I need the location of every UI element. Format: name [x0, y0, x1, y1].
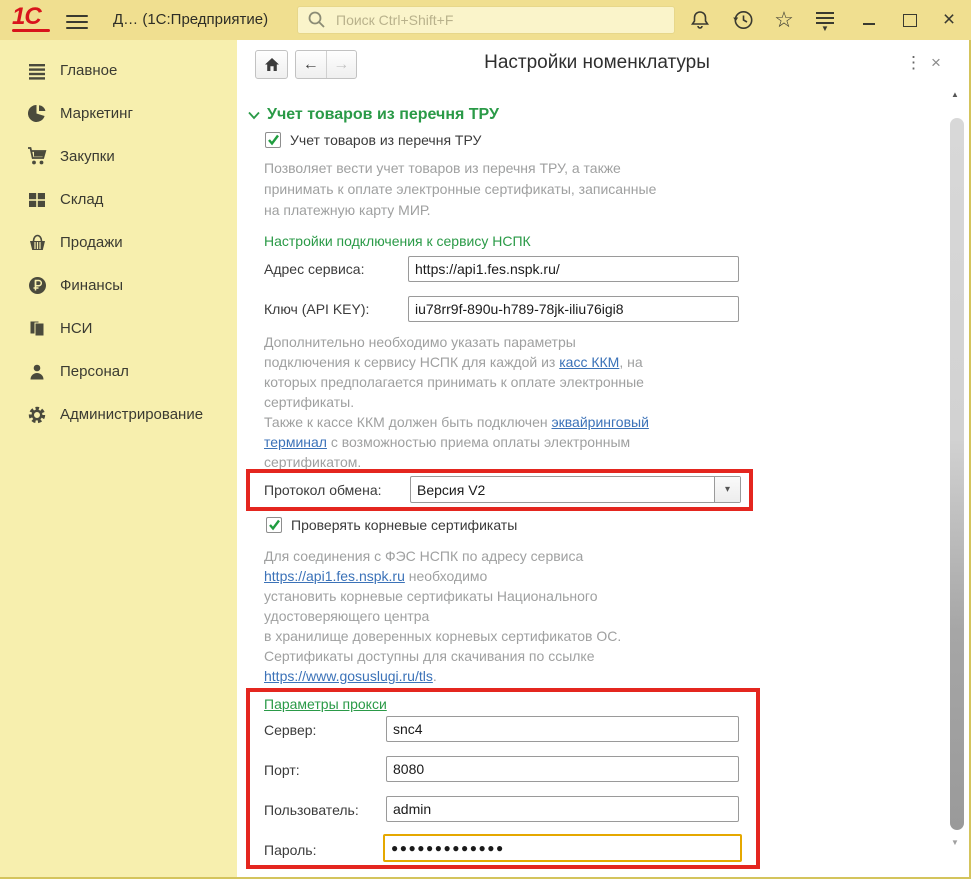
proxy-server-input[interactable]	[386, 716, 739, 742]
service-menu-icon[interactable]: ▼	[812, 7, 838, 33]
sidebar: Главное Маркетинг Закупки	[0, 40, 237, 879]
scroll-up-icon[interactable]: ▲	[951, 90, 959, 99]
tru-checkbox-label: Учет товаров из перечня ТРУ	[290, 132, 481, 148]
api-key-input[interactable]	[408, 296, 739, 322]
sidebar-item-prodazhi[interactable]: Продажи	[0, 221, 237, 264]
protocol-value: Версия V2	[411, 477, 714, 502]
pie-chart-icon	[27, 104, 47, 124]
logo-text: 1С	[12, 3, 41, 30]
notifications-bell-icon[interactable]	[687, 7, 713, 33]
nspk-settings-header: Настройки подключения к сервису НСПК	[264, 233, 531, 249]
proxy-user-label: Пользователь:	[264, 802, 359, 818]
verify-certs-label: Проверять корневые сертификаты	[291, 517, 517, 533]
sidebar-item-personal[interactable]: Персонал	[0, 350, 237, 393]
ruble-icon	[27, 276, 47, 296]
sidebar-item-finansy[interactable]: Финансы	[0, 264, 237, 307]
scroll-down-icon[interactable]: ▼	[951, 838, 959, 847]
acquiring-terminal-link-2[interactable]: терминал	[264, 434, 327, 450]
proxy-password-label: Пароль:	[264, 842, 316, 858]
checkmark-icon	[267, 134, 280, 146]
1c-logo: 1С	[12, 3, 41, 31]
scrollbar-thumb[interactable]	[950, 118, 964, 830]
pallet-grid-icon	[27, 190, 47, 210]
verify-certs-checkbox[interactable]	[266, 517, 282, 533]
proxy-password-input[interactable]	[383, 834, 742, 862]
maximize-button[interactable]	[897, 7, 923, 33]
gear-icon	[27, 405, 47, 425]
service-address-input[interactable]	[408, 256, 739, 282]
person-icon	[27, 362, 47, 382]
protocol-label: Протокол обмена:	[264, 482, 382, 498]
minimize-button[interactable]	[856, 7, 882, 33]
history-icon[interactable]	[730, 7, 756, 33]
page-title: Настройки номенклатуры	[237, 52, 957, 74]
panel-close-button[interactable]: ×	[931, 53, 941, 73]
window-close-button[interactable]: ×	[936, 7, 962, 33]
global-search[interactable]	[297, 6, 675, 34]
tru-checkbox[interactable]	[265, 132, 281, 148]
verify-certs-checkbox-row: Проверять корневые сертификаты	[266, 517, 517, 533]
menu-lines-icon	[27, 61, 47, 81]
sidebar-item-nsi[interactable]: НСИ	[0, 307, 237, 350]
kkm-note: Дополнительно необходимо указать парамет…	[264, 332, 649, 472]
more-menu-icon[interactable]: ⋮	[905, 53, 922, 73]
sidebar-item-administrirovanie[interactable]: Администрирование	[0, 393, 237, 436]
proxy-port-input[interactable]	[386, 756, 739, 782]
cart-icon	[27, 147, 47, 167]
proxy-port-label: Порт:	[264, 762, 300, 778]
tru-checkbox-row: Учет товаров из перечня ТРУ	[265, 132, 481, 148]
sidebar-item-glavnoe[interactable]: Главное	[0, 49, 237, 92]
sidebar-item-marketing[interactable]: Маркетинг	[0, 92, 237, 135]
nspk-url-link[interactable]: https://api1.fes.nspk.ru	[264, 568, 405, 584]
service-address-label: Адрес сервиса:	[264, 261, 364, 277]
logo-underline	[12, 29, 50, 32]
checkmark-icon	[268, 519, 281, 531]
dropdown-arrow-icon[interactable]: ▾	[714, 477, 740, 502]
acquiring-terminal-link[interactable]: эквайринговый	[552, 414, 649, 430]
section-header-tru[interactable]: Учет товаров из перечня ТРУ	[248, 106, 499, 124]
basket-icon	[27, 233, 47, 253]
protocol-select[interactable]: Версия V2 ▾	[410, 476, 741, 503]
collapse-chevron-icon	[248, 111, 260, 120]
sidebar-item-zakupki[interactable]: Закупки	[0, 135, 237, 178]
app-title: Д… (1С:Предприятие)	[113, 11, 268, 28]
favorites-star-icon[interactable]: ☆	[771, 7, 797, 33]
kkm-link[interactable]: касс ККМ	[559, 354, 619, 370]
search-input[interactable]	[334, 11, 668, 29]
section-title: Учет товаров из перечня ТРУ	[267, 106, 499, 124]
titlebar: 1С Д… (1С:Предприятие)	[0, 0, 971, 40]
proxy-params-link[interactable]: Параметры прокси	[264, 696, 387, 712]
proxy-user-input[interactable]	[386, 796, 739, 822]
sidebar-item-sklad[interactable]: Склад	[0, 178, 237, 221]
app-window: 1С Д… (1С:Предприятие)	[0, 0, 971, 879]
proxy-server-label: Сервер:	[264, 722, 316, 738]
main-menu-icon[interactable]	[66, 11, 88, 33]
settings-panel: ← → Настройки номенклатуры ⋮ × Учет това…	[237, 40, 971, 879]
cert-note: Для соединения с ФЭС НСПК по адресу серв…	[264, 546, 621, 686]
tru-description: Позволяет вести учет товаров из перечня …	[264, 158, 656, 221]
api-key-label: Ключ (API KEY):	[264, 301, 369, 317]
books-icon	[27, 319, 47, 339]
search-icon	[306, 9, 330, 31]
gosuslugi-link[interactable]: https://www.gosuslugi.ru/tls	[264, 668, 433, 684]
